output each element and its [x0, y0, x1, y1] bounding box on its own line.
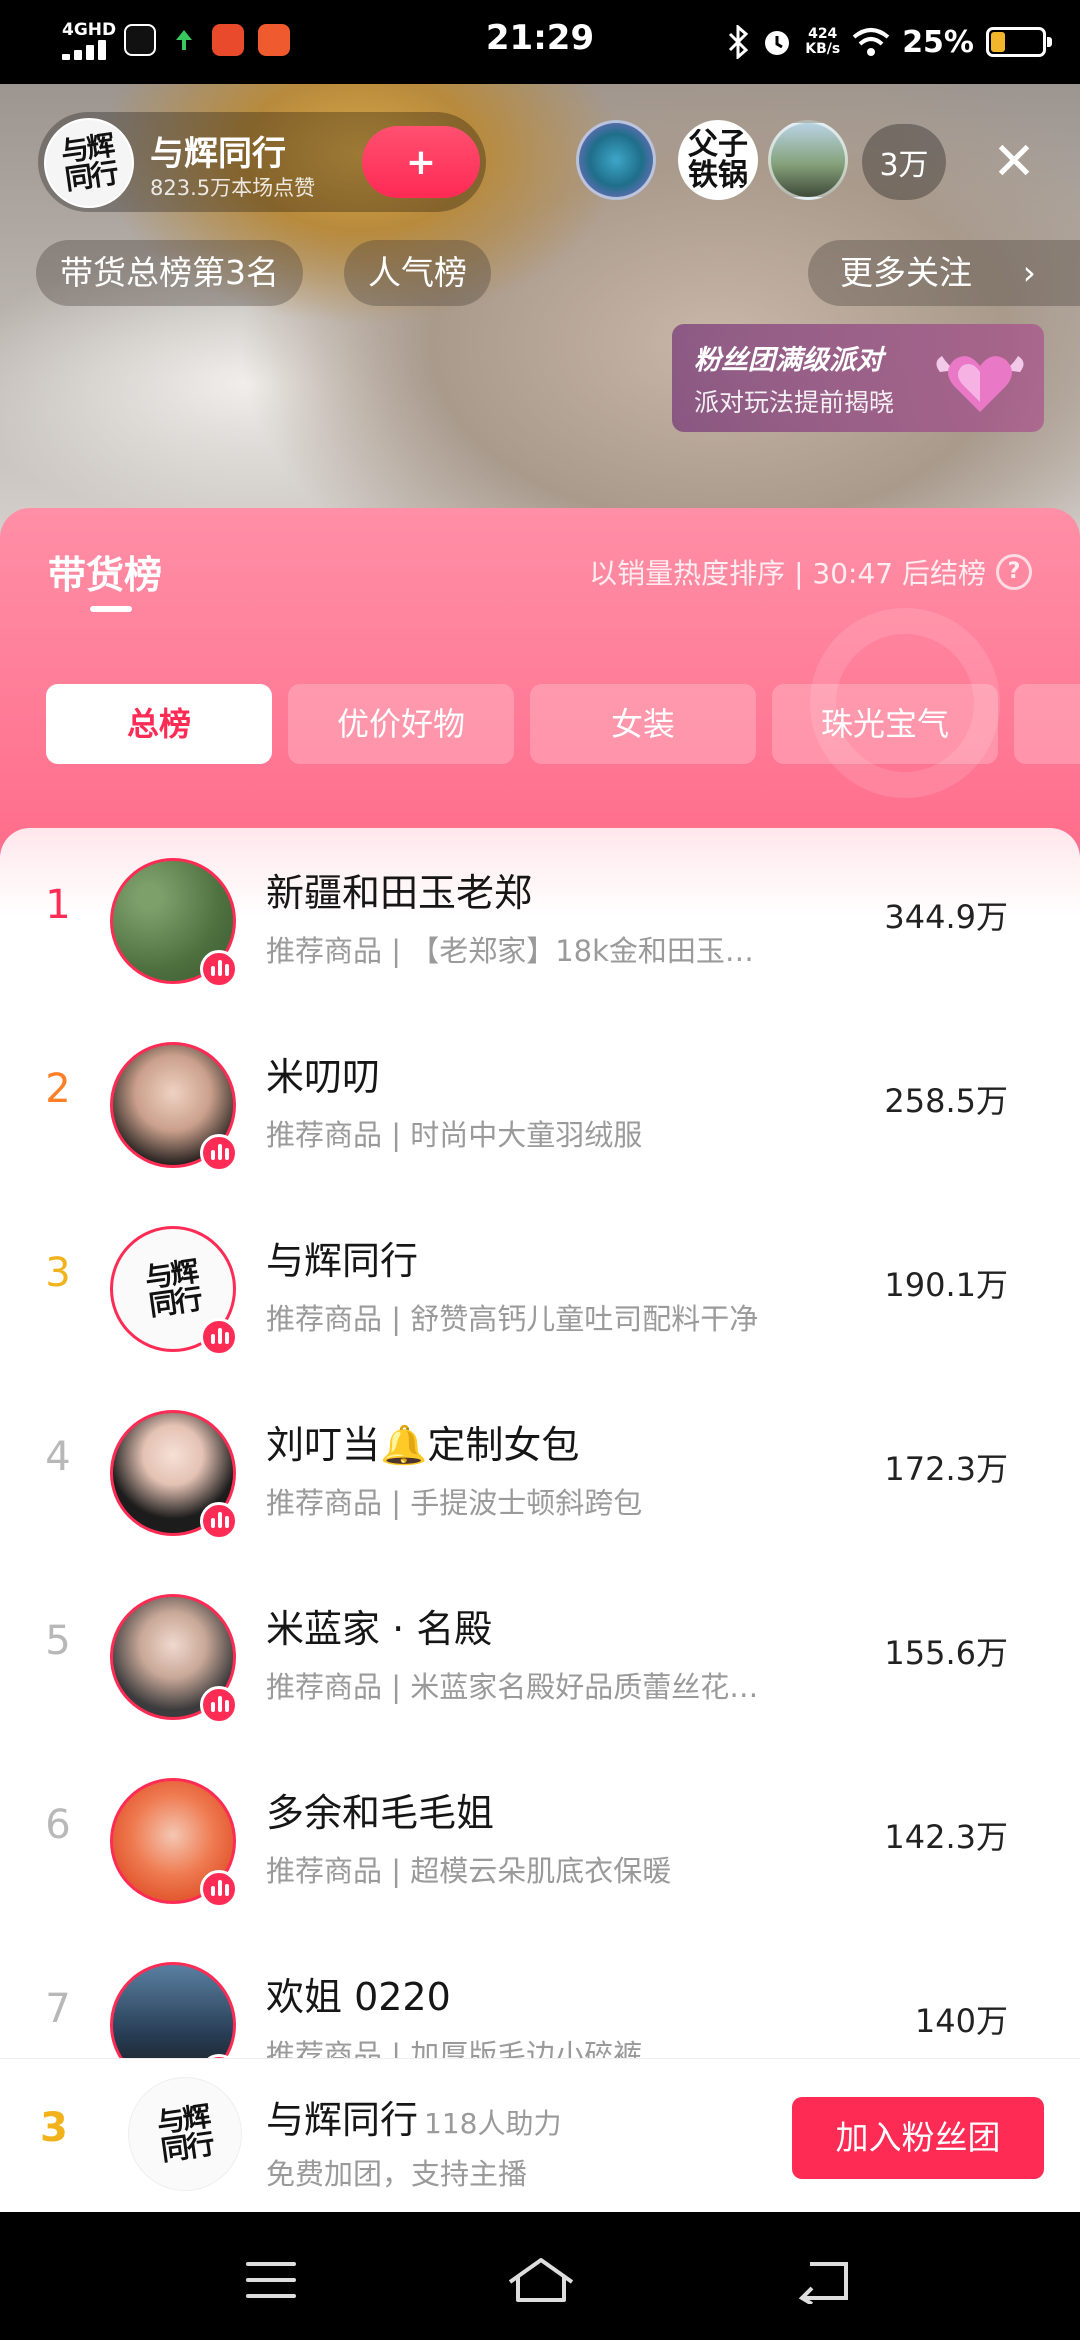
title-underline	[90, 606, 132, 612]
more-follow-label: 更多关注	[840, 253, 972, 292]
streamer-name: 米蓝家 · 名殿	[266, 1607, 493, 1651]
my-rank-bar: 3 与辉 同行 与辉同行 118人助力 免费加团，支持主播 加入粉丝团	[0, 2058, 1080, 2212]
plus-icon: +	[405, 141, 437, 183]
live-badge-icon	[200, 1502, 238, 1540]
tab-more[interactable]	[1014, 684, 1080, 764]
menu-icon[interactable]	[246, 2262, 296, 2298]
tab-value-goods[interactable]: 优价好物	[288, 684, 514, 764]
my-name: 与辉同行	[266, 2098, 419, 2142]
status-right: 424 KB/s 25%	[727, 18, 1052, 66]
category-tabs: 总榜 优价好物 女装 珠光宝气	[46, 684, 1080, 764]
help-icon[interactable]: ?	[996, 554, 1032, 590]
fan-party-banner[interactable]: 粉丝团满级派对 派对玩法提前揭晓	[672, 324, 1044, 432]
streamer-name: 多余和毛毛姐	[266, 1791, 495, 1835]
alarm-icon	[765, 31, 790, 55]
sales-score: 172.3万	[884, 1450, 1008, 1488]
streamer-name: 欢姐 0220	[266, 1975, 451, 2019]
anchor-likes: 823.5万本场点赞	[150, 176, 316, 200]
rank-number: 2	[45, 1066, 71, 1112]
sales-score: 344.9万	[884, 898, 1008, 936]
rank-number: 5	[45, 1618, 71, 1664]
winged-heart-icon	[936, 356, 1024, 412]
sales-score: 140万	[914, 2002, 1008, 2040]
anchor-logo: 与辉 同行	[58, 128, 119, 197]
wifi-icon	[852, 28, 890, 56]
sales-score: 142.3万	[884, 1818, 1008, 1856]
navigation-bar	[0, 2212, 1080, 2340]
rank-number: 3	[45, 1250, 71, 1296]
home-icon[interactable]	[506, 2256, 576, 2306]
my-rank-number: 3	[40, 2105, 68, 2151]
streamer-name: 米叨叨	[266, 1055, 381, 1099]
sales-score: 155.6万	[884, 1634, 1008, 1672]
sales-score: 190.1万	[884, 1266, 1008, 1304]
battery-percent: 25%	[902, 24, 974, 60]
tab-jewelry[interactable]: 珠光宝气	[772, 684, 998, 764]
recommended-product: 推荐商品 | 舒赞高钙儿童吐司配料干净	[266, 1302, 759, 1336]
ranking-row[interactable]: 3 与辉 同行 与辉同行推荐商品 | 舒赞高钙儿童吐司配料干净 190.1万	[0, 1196, 1080, 1380]
streamer-name: 与辉同行	[266, 1239, 419, 1283]
ranking-row[interactable]: 6 多余和毛毛姐推荐商品 | 超模云朵肌底衣保暖 142.3万	[0, 1748, 1080, 1932]
sales-ranking-sheet: 带货榜 以销量热度排序 | 30:47 后结榜 ? 总榜 优价好物 女装 珠光宝…	[0, 508, 1080, 2088]
rank-number: 4	[45, 1434, 71, 1480]
viewer-avatar[interactable]: 父子 铁锅	[678, 120, 758, 200]
viewer-avatar[interactable]	[768, 120, 848, 200]
anchor-logo: 与辉 同行	[142, 1254, 203, 1323]
ranking-row[interactable]: 4 刘叮当🔔定制女包推荐商品 | 手提波士顿斜跨包 172.3万	[0, 1380, 1080, 1564]
live-badge-icon	[200, 1318, 238, 1356]
live-badge-icon	[200, 1686, 238, 1724]
tab-overall[interactable]: 总榜	[46, 684, 272, 764]
tab-womens-wear[interactable]: 女装	[530, 684, 756, 764]
battery-icon	[986, 27, 1052, 57]
live-badge-icon	[200, 1134, 238, 1172]
recommended-product: 推荐商品 | 超模云朵肌底衣保暖	[266, 1854, 672, 1888]
recommended-product: 推荐商品 | 米蓝家名殿好品质蕾丝花…	[266, 1670, 759, 1704]
chevron-right-icon: ›	[1022, 253, 1036, 292]
my-avatar[interactable]: 与辉 同行	[128, 2077, 242, 2191]
battery-level	[991, 32, 1005, 52]
recommended-product: 推荐商品 | 【老郑家】18k金和田玉…	[266, 934, 754, 968]
rank-number: 6	[45, 1802, 71, 1848]
ranking-row[interactable]: 5 米蓝家 · 名殿推荐商品 | 米蓝家名殿好品质蕾丝花… 155.6万	[0, 1564, 1080, 1748]
anchor-avatar[interactable]: 与辉 同行	[44, 118, 134, 208]
more-follow-button[interactable]: 更多关注 ›	[808, 240, 1080, 306]
join-fan-club-button[interactable]: 加入粉丝团	[792, 2097, 1044, 2179]
ranking-info: 以销量热度排序 | 30:47 后结榜 ?	[589, 552, 1032, 592]
network-speed: 424 KB/s	[805, 26, 841, 57]
live-badge-icon	[200, 1870, 238, 1908]
recommended-product: 推荐商品 | 手提波士顿斜跨包	[266, 1486, 643, 1520]
viewer-count[interactable]: 3万	[862, 124, 946, 200]
my-subtitle: 免费加团，支持主播	[266, 2157, 528, 2191]
ranking-info-text: 以销量热度排序 | 30:47 后结榜	[589, 557, 986, 590]
viewer-avatar-text: 父子 铁锅	[688, 127, 748, 193]
anchor-name[interactable]: 与辉同行	[150, 126, 286, 175]
streamer-name: 刘叮当🔔定制女包	[266, 1423, 580, 1467]
ranking-row[interactable]: 2 米叨叨推荐商品 | 时尚中大童羽绒服 258.5万	[0, 1012, 1080, 1196]
rank-number: 1	[45, 882, 71, 928]
live-badge-icon	[200, 950, 238, 988]
close-icon[interactable]: ✕	[984, 132, 1044, 192]
sales-rank-tag[interactable]: 带货总榜第3名	[36, 240, 303, 306]
ranking-title[interactable]: 带货榜	[48, 544, 162, 599]
sales-score: 258.5万	[884, 1082, 1008, 1120]
status-bar: 4GHD 21:29 424 KB/s 25%	[0, 0, 1080, 84]
viewer-avatar[interactable]	[576, 120, 656, 200]
recommended-product: 推荐商品 | 时尚中大童羽绒服	[266, 1118, 643, 1152]
popularity-tag[interactable]: 人气榜	[344, 240, 491, 306]
ranking-list: 1 新疆和田玉老郑 推荐商品 | 【老郑家】18k金和田玉… 344.9万 2 米叨叨 推荐…	[0, 828, 1080, 2088]
streamer-name: 新疆和田玉老郑	[266, 871, 533, 915]
bluetooth-icon	[729, 25, 749, 59]
follow-button[interactable]: +	[362, 126, 480, 198]
back-icon[interactable]	[796, 2258, 852, 2304]
my-name-line: 与辉同行 118人助力	[266, 2089, 561, 2144]
support-count: 118人助力	[424, 2107, 562, 2140]
ranking-row[interactable]: 1 新疆和田玉老郑推荐商品 | 【老郑家】18k金和田玉… 344.9万	[0, 828, 1080, 1012]
rank-number: 7	[45, 1986, 71, 2032]
anchor-logo: 与辉 同行	[154, 2099, 215, 2168]
